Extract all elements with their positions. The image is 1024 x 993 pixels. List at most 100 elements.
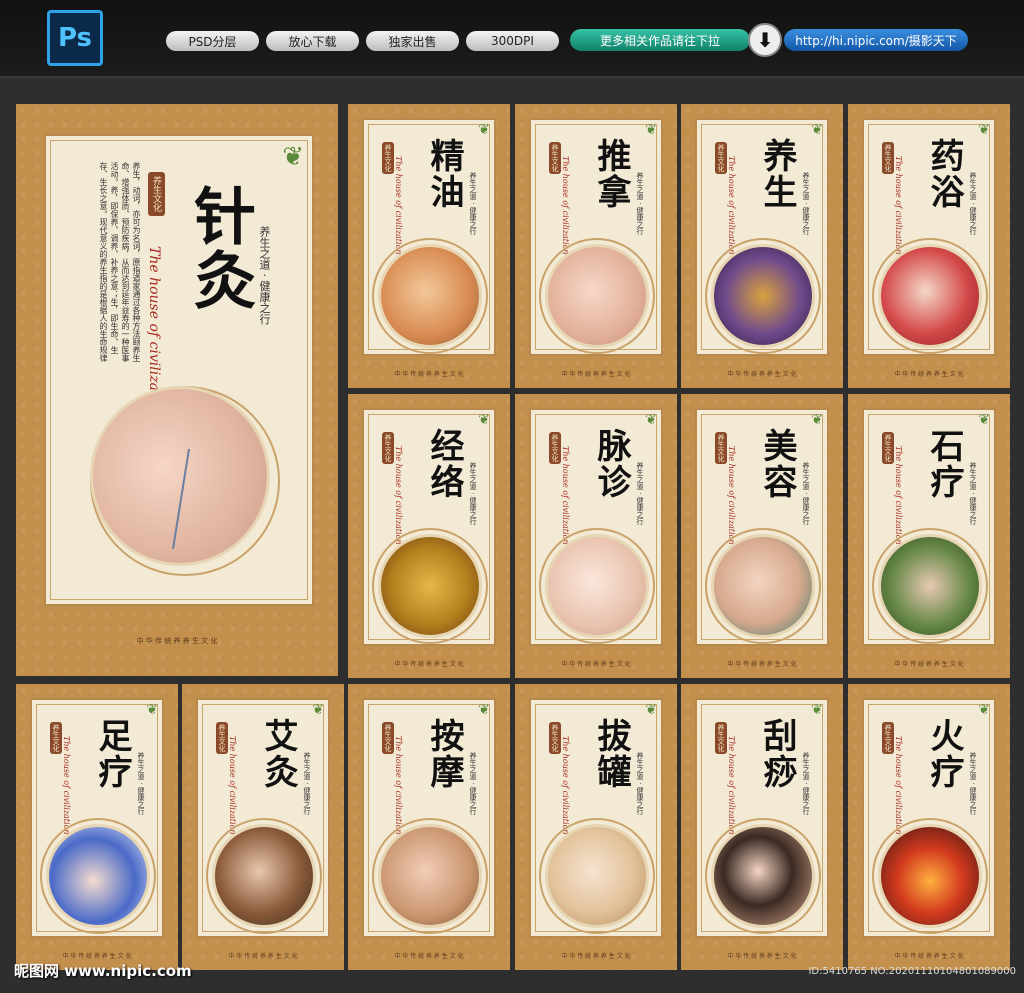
bamboo-decoration-icon: ❦ bbox=[645, 122, 657, 138]
poster-english: The house of civilization bbox=[62, 736, 71, 835]
poster-english: The house of civilization bbox=[561, 446, 570, 545]
nipic-watermark: 昵图网 www.nipic.com bbox=[14, 962, 192, 980]
culture-seal: 养生文化 bbox=[382, 432, 394, 464]
poster-footer: 中 华 传 统 养 养 生 文 化 bbox=[228, 953, 298, 960]
poster-panel: ❦ 养生文化 The house of civilization 艾灸 养生之道… bbox=[196, 698, 330, 938]
main-poster-panel: ❦ 养生，动词，亦可为名词，原指道家通过各种方法颐养生命、增强体质、预防疾病，从… bbox=[44, 134, 314, 606]
bamboo-decoration-icon: ❦ bbox=[811, 412, 823, 428]
poster-photo bbox=[711, 824, 815, 928]
poster-photo bbox=[46, 824, 150, 928]
bamboo-decoration-icon: ❦ bbox=[811, 122, 823, 138]
poster-english: The house of civilization bbox=[894, 446, 903, 545]
poster-slogan: 养生之道 · 健康之行 bbox=[469, 172, 477, 235]
culture-seal: 养生文化 bbox=[549, 142, 561, 174]
poster-panel: ❦ 养生文化 The house of civilization 脉诊 养生之道… bbox=[529, 408, 663, 646]
exclusive-sale-pill: 独家出售 bbox=[366, 31, 459, 51]
poster-title: 药浴 bbox=[924, 138, 964, 210]
poster-panel: ❦ 养生文化 The house of civilization 推拿 养生之道… bbox=[529, 118, 663, 356]
poster-panel: ❦ 养生文化 The house of civilization 火疗 养生之道… bbox=[862, 698, 996, 938]
poster-english: The house of civilization bbox=[228, 736, 237, 835]
poster-photo bbox=[711, 244, 815, 348]
poster-slogan: 养生之道 · 健康之行 bbox=[469, 462, 477, 525]
poster-photo bbox=[378, 824, 482, 928]
image-id: ID:5410765 NO:20201110104801089000 bbox=[808, 966, 1016, 977]
culture-seal: 养生文化 bbox=[50, 722, 62, 754]
bamboo-decoration-icon: ❦ bbox=[811, 702, 823, 718]
main-poster-title: 针灸 bbox=[183, 184, 256, 312]
poster-english: The house of civilization bbox=[727, 446, 736, 545]
poster-slogan: 养生之道 · 健康之行 bbox=[636, 752, 644, 815]
poster-panel: ❦ 养生文化 The house of civilization 精油 养生之道… bbox=[362, 118, 496, 356]
poster-massage-tuina: ❦ 养生文化 The house of civilization 推拿 养生之道… bbox=[515, 104, 677, 388]
psd-layers-pill: PSD分层 bbox=[166, 31, 259, 51]
poster-footer: 中 华 传 统 养 养 生 文 化 bbox=[394, 371, 464, 378]
main-poster-footer: 中 华 传 统 养 养 生 文 化 bbox=[136, 637, 218, 645]
poster-title: 足疗 bbox=[92, 718, 132, 790]
poster-panel: ❦ 养生文化 The house of civilization 拔罐 养生之道… bbox=[529, 698, 663, 938]
poster-title: 精油 bbox=[424, 138, 464, 210]
poster-photo bbox=[212, 824, 316, 928]
poster-slogan: 养生之道 · 健康之行 bbox=[802, 462, 810, 525]
poster-footer: 中 华 传 统 养 养 生 文 化 bbox=[394, 661, 464, 668]
poster-footer: 中 华 传 统 养 养 生 文 化 bbox=[894, 953, 964, 960]
poster-slogan: 养生之道 · 健康之行 bbox=[969, 752, 977, 815]
poster-panel: ❦ 养生文化 The house of civilization 刮痧 养生之道… bbox=[695, 698, 829, 938]
poster-fire-therapy: ❦ 养生文化 The house of civilization 火疗 养生之道… bbox=[848, 684, 1010, 970]
poster-photo bbox=[545, 534, 649, 638]
poster-photo bbox=[711, 534, 815, 638]
poster-slogan: 养生之道 · 健康之行 bbox=[636, 462, 644, 525]
top-toolbar: Ps PSD分层 放心下载 独家出售 300DPI 更多相关作品请往下拉 ⬇ h… bbox=[0, 0, 1024, 78]
safe-download-pill: 放心下载 bbox=[266, 31, 359, 51]
poster-slogan: 养生之道 · 健康之行 bbox=[303, 752, 311, 815]
poster-gua-sha: ❦ 养生文化 The house of civilization 刮痧 养生之道… bbox=[681, 684, 843, 970]
poster-title: 刮痧 bbox=[757, 718, 797, 790]
poster-stone-therapy: ❦ 养生文化 The house of civilization 石疗 养生之道… bbox=[848, 394, 1010, 678]
poster-panel: ❦ 养生文化 The house of civilization 足疗 养生之道… bbox=[30, 698, 164, 938]
culture-seal: 养生文化 bbox=[715, 142, 727, 174]
poster-footer: 中 华 传 统 养 养 生 文 化 bbox=[894, 661, 964, 668]
poster-english: The house of civilization bbox=[394, 156, 403, 255]
bamboo-decoration-icon: ❦ bbox=[478, 412, 490, 428]
poster-slogan: 养生之道 · 健康之行 bbox=[469, 752, 477, 815]
poster-foot-therapy: ❦ 养生文化 The house of civilization 足疗 养生之道… bbox=[16, 684, 178, 970]
poster-slogan: 养生之道 · 健康之行 bbox=[802, 752, 810, 815]
poster-footer: 中 华 传 统 养 养 生 文 化 bbox=[394, 953, 464, 960]
poster-slogan: 养生之道 · 健康之行 bbox=[802, 172, 810, 235]
photoshop-logo-icon: Ps bbox=[47, 10, 103, 66]
poster-title: 推拿 bbox=[591, 138, 631, 210]
poster-english: The house of civilization bbox=[394, 736, 403, 835]
culture-seal: 养生文化 bbox=[148, 172, 165, 216]
poster-panel: ❦ 养生文化 The house of civilization 养生 养生之道… bbox=[695, 118, 829, 356]
culture-seal: 养生文化 bbox=[715, 722, 727, 754]
more-works-pill: 更多相关作品请往下拉 bbox=[570, 29, 750, 51]
poster-cupping: ❦ 养生文化 The house of civilization 拔罐 养生之道… bbox=[515, 684, 677, 970]
poster-slogan: 养生之道 · 健康之行 bbox=[969, 462, 977, 525]
poster-footer: 中 华 传 统 养 养 生 文 化 bbox=[561, 371, 631, 378]
acupuncture-photo bbox=[90, 386, 270, 566]
poster-english: The house of civilization bbox=[894, 736, 903, 835]
poster-essential-oil: ❦ 养生文化 The house of civilization 精油 养生之道… bbox=[348, 104, 510, 388]
poster-pulse-diagnosis: ❦ 养生文化 The house of civilization 脉诊 养生之道… bbox=[515, 394, 677, 678]
poster-slogan: 养生之道 · 健康之行 bbox=[137, 752, 145, 815]
culture-seal: 养生文化 bbox=[882, 722, 894, 754]
bamboo-decoration-icon: ❦ bbox=[478, 122, 490, 138]
poster-title: 按摩 bbox=[424, 718, 464, 790]
poster-title: 经络 bbox=[424, 428, 464, 500]
poster-photo bbox=[878, 824, 982, 928]
poster-slogan: 养生之道 · 健康之行 bbox=[969, 172, 977, 235]
poster-panel: ❦ 养生文化 The house of civilization 美容 养生之道… bbox=[695, 408, 829, 646]
poster-footer: 中 华 传 统 养 养 生 文 化 bbox=[561, 953, 631, 960]
poster-panel: ❦ 养生文化 The house of civilization 药浴 养生之道… bbox=[862, 118, 996, 356]
culture-seal: 养生文化 bbox=[382, 722, 394, 754]
poster-title: 石疗 bbox=[924, 428, 964, 500]
poster-footer: 中 华 传 统 养 养 生 文 化 bbox=[561, 661, 631, 668]
poster-photo bbox=[378, 244, 482, 348]
bamboo-decoration-icon: ❦ bbox=[645, 702, 657, 718]
dpi-pill: 300DPI bbox=[466, 31, 559, 51]
poster-photo bbox=[878, 534, 982, 638]
poster-photo bbox=[878, 244, 982, 348]
poster-title: 火疗 bbox=[924, 718, 964, 790]
poster-moxibustion: ❦ 养生文化 The house of civilization 艾灸 养生之道… bbox=[182, 684, 344, 970]
culture-seal: 养生文化 bbox=[382, 142, 394, 174]
poster-english: The house of civilization bbox=[894, 156, 903, 255]
